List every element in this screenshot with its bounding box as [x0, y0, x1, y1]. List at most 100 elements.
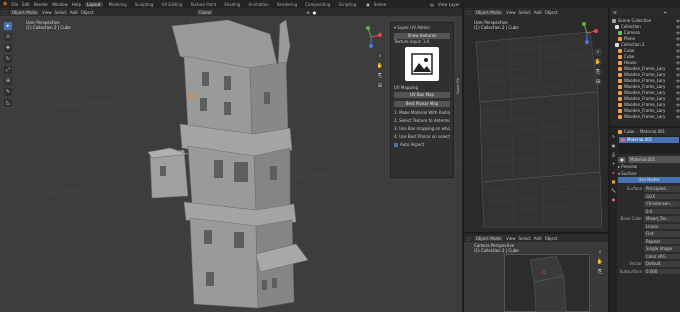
tab-texture-paint[interactable]: Texture Paint: [188, 2, 218, 7]
viewport-right-bottom[interactable]: ⬚ Object Mode View Select Add Object Cam…: [464, 234, 608, 312]
camera-view-icon[interactable]: ⎘: [594, 68, 602, 76]
zoom-icon[interactable]: ⌕: [594, 48, 602, 56]
property-value-field[interactable]: GGX: [644, 193, 680, 199]
menu-object[interactable]: Object: [545, 10, 558, 15]
annotate-tool-icon[interactable]: ✎: [4, 88, 12, 96]
menu-object[interactable]: Object: [545, 236, 558, 241]
mode-dropdown[interactable]: Object Mode: [9, 9, 39, 15]
uv-box-map-button[interactable]: UV Box Map: [394, 92, 450, 98]
property-value-field[interactable]: Flat: [644, 231, 680, 237]
blender-logo-icon[interactable]: ◉: [3, 1, 7, 7]
menu-view[interactable]: View: [42, 10, 52, 15]
auto-aspect-checkbox[interactable]: [394, 143, 398, 147]
camera-view-icon[interactable]: ⎘: [596, 268, 604, 276]
viewport-left[interactable]: ⬚ Object Mode View Select Add Object Glo…: [0, 8, 462, 312]
move-tool-icon[interactable]: ✥: [4, 44, 12, 52]
mode-dropdown[interactable]: Object Mode: [473, 9, 503, 15]
snap-icon[interactable]: ⊕: [306, 10, 309, 15]
zoom-icon[interactable]: ⌕: [376, 52, 384, 60]
menu-object[interactable]: Object: [81, 10, 94, 15]
measure-tool-icon[interactable]: ◺: [4, 99, 12, 107]
auto-aspect-row[interactable]: Auto Aspect: [394, 141, 450, 149]
shading-solid-icon[interactable]: ●: [313, 10, 317, 15]
viewport-right-top[interactable]: ⬚ Object Mode View Select Add Object Use…: [464, 8, 608, 232]
transform-orientation-dropdown[interactable]: Global: [196, 9, 214, 15]
pan-hand-icon[interactable]: ✋: [596, 258, 604, 266]
menu-select[interactable]: Select: [518, 236, 530, 241]
texture-preview-image-icon[interactable]: [405, 47, 439, 81]
select-tool-icon[interactable]: ▸: [4, 22, 12, 30]
output-tab-icon[interactable]: ⎙: [612, 152, 615, 157]
menu-add[interactable]: Add: [534, 236, 542, 241]
material-tab-icon[interactable]: ●: [612, 197, 616, 202]
tab-sculpting[interactable]: Sculpting: [133, 2, 156, 7]
editor-type-icon[interactable]: ⬚: [467, 10, 471, 15]
menu-render[interactable]: Render: [34, 2, 48, 7]
tab-layout[interactable]: Layout: [84, 1, 103, 7]
modifier-tab-icon[interactable]: 🔧: [611, 188, 616, 193]
property-value-field[interactable]: Repeat: [644, 238, 680, 244]
house-model[interactable]: [140, 16, 310, 312]
scene-tab-icon[interactable]: ✦: [612, 161, 615, 166]
mode-dropdown[interactable]: Object Mode: [473, 235, 503, 241]
menu-select[interactable]: Select: [54, 10, 66, 15]
tab-uv-editing[interactable]: UV Editing: [159, 2, 184, 7]
view-layer-selector[interactable]: View Layer: [438, 2, 460, 7]
scale-tool-icon[interactable]: ⤢: [4, 66, 12, 74]
cursor-tool-icon[interactable]: ⊙: [4, 33, 12, 41]
use-nodes-button[interactable]: Use Nodes: [618, 177, 680, 183]
menu-add[interactable]: Add: [70, 10, 78, 15]
material-slot-list[interactable]: Material.001: [618, 136, 680, 154]
editor-type-icon[interactable]: ☰: [613, 10, 617, 15]
wireframe-house[interactable]: [470, 32, 602, 228]
grid-toggle-icon[interactable]: ⊞: [376, 82, 384, 90]
tab-rendering[interactable]: Rendering: [275, 2, 299, 7]
property-value-field[interactable]: Single Image: [644, 246, 680, 252]
menu-add[interactable]: Add: [534, 10, 542, 15]
property-value-field[interactable]: Linear: [644, 223, 680, 229]
tab-animation[interactable]: Animation: [246, 2, 270, 7]
filter-icon[interactable]: ⏷: [664, 10, 667, 15]
tab-compositing[interactable]: Compositing: [303, 2, 332, 7]
property-value-field[interactable]: Christensen...: [644, 201, 680, 207]
object-tab-icon[interactable]: ■: [612, 179, 616, 184]
render-tab-icon[interactable]: ▣: [612, 143, 616, 148]
world-tab-icon[interactable]: ◉: [612, 170, 616, 175]
pan-hand-icon[interactable]: ✋: [376, 62, 384, 70]
navigation-gizmo[interactable]: [576, 22, 598, 44]
menu-file[interactable]: File: [11, 2, 18, 7]
outliner-item[interactable]: Wooden_Frame_Lary 👁: [612, 114, 680, 120]
editor-type-icon[interactable]: ⬚: [467, 236, 471, 241]
menu-help[interactable]: Help: [72, 2, 81, 7]
transform-tool-icon[interactable]: ⊞: [4, 77, 12, 85]
preview-section-header[interactable]: ▸ Preview: [618, 163, 680, 170]
tab-modeling[interactable]: Modeling: [107, 2, 129, 7]
panel-title[interactable]: ▾ Super UV Addon: [394, 25, 450, 31]
visibility-eye-icon[interactable]: 👁: [676, 114, 680, 120]
scene-selector[interactable]: Scene: [374, 2, 386, 7]
tool-tab-icon[interactable]: ✎: [612, 134, 615, 139]
menu-edit[interactable]: Edit: [22, 2, 30, 7]
editor-type-icon[interactable]: ⬚: [3, 10, 7, 15]
material-selector-row[interactable]: ● Material.001: [618, 156, 680, 163]
property-value-field[interactable]: Color sRG: [644, 253, 680, 259]
pan-hand-icon[interactable]: ✋: [594, 58, 602, 66]
menu-view[interactable]: View: [506, 10, 516, 15]
material-slot-item[interactable]: Material.001: [619, 137, 679, 143]
menu-select[interactable]: Select: [518, 10, 530, 15]
rotate-tool-icon[interactable]: ↻: [4, 55, 12, 63]
tab-shading[interactable]: Shading: [222, 2, 242, 7]
surface-section-header[interactable]: ▾ Surface: [618, 170, 680, 177]
best-planar-map-button[interactable]: Best Planar Map: [394, 101, 450, 107]
navigation-gizmo[interactable]: [360, 26, 382, 48]
property-value-field[interactable]: Default: [644, 261, 680, 267]
property-value-field[interactable]: 0.000: [644, 268, 680, 274]
property-value-field[interactable]: Mixed_Tex...: [644, 216, 680, 222]
sidebar-tab-super-uv[interactable]: Super UV: [455, 68, 461, 104]
menu-window[interactable]: Window: [52, 2, 68, 7]
camera-view-icon[interactable]: ⎘: [376, 72, 384, 80]
tab-scripting[interactable]: Scripting: [336, 2, 358, 7]
property-value-field[interactable]: Principled...: [644, 186, 680, 192]
material-browse-button[interactable]: ●: [618, 156, 626, 163]
zoom-icon[interactable]: ⌕: [596, 248, 604, 256]
